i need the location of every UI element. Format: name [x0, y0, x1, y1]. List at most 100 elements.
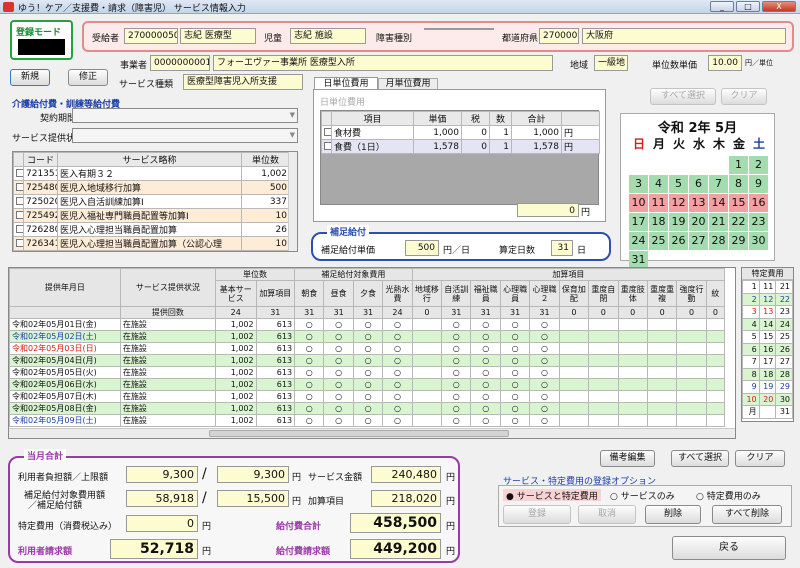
- calendar-day[interactable]: 18: [649, 213, 668, 231]
- service-row[interactable]: 725110 医児入重度重複障害児加算 111: [13, 250, 290, 251]
- edit-button[interactable]: 修正: [68, 69, 108, 86]
- mark-cell[interactable]: ○: [352, 390, 384, 403]
- mark-cell[interactable]: [646, 342, 678, 355]
- mark-cell[interactable]: [558, 342, 590, 355]
- delete-button[interactable]: 削除: [645, 505, 701, 524]
- mark-cell[interactable]: [617, 318, 648, 331]
- mark-cell[interactable]: [646, 354, 678, 367]
- mark-cell[interactable]: [646, 366, 678, 379]
- special-fee-day[interactable]: 4: [742, 317, 760, 331]
- mark-cell[interactable]: [705, 342, 726, 355]
- mark-cell[interactable]: ○: [441, 402, 472, 415]
- mark-cell[interactable]: [705, 366, 726, 379]
- service-row[interactable]: 726280 医児入心理担当職員配置加算 26: [13, 222, 290, 237]
- mark-cell[interactable]: [617, 366, 648, 379]
- special-fee-day[interactable]: 1: [742, 280, 760, 294]
- calendar-day[interactable]: 17: [629, 213, 648, 231]
- mark-cell[interactable]: ○: [470, 414, 501, 427]
- mark-cell[interactable]: [646, 390, 678, 403]
- calendar-day[interactable]: 5: [669, 175, 688, 193]
- mark-cell[interactable]: ○: [382, 342, 413, 355]
- mark-cell[interactable]: [705, 378, 726, 391]
- mark-cell[interactable]: [705, 318, 726, 331]
- mark-cell[interactable]: ○: [529, 342, 560, 355]
- mark-cell[interactable]: ○: [294, 378, 325, 391]
- mark-cell[interactable]: [617, 342, 648, 355]
- mark-cell[interactable]: ○: [323, 354, 354, 367]
- mark-cell[interactable]: ○: [499, 366, 531, 379]
- mark-cell[interactable]: ○: [529, 378, 560, 391]
- mark-cell[interactable]: ○: [441, 366, 472, 379]
- mark-cell[interactable]: [676, 378, 707, 391]
- mark-cell[interactable]: ○: [323, 414, 354, 427]
- mark-cell[interactable]: ○: [382, 330, 413, 343]
- mark-cell[interactable]: [646, 330, 678, 343]
- calendar-day[interactable]: 11: [649, 194, 668, 212]
- mark-cell[interactable]: [617, 354, 648, 367]
- calendar-day[interactable]: 21: [709, 213, 728, 231]
- mark-cell[interactable]: [617, 390, 648, 403]
- mark-cell[interactable]: ○: [352, 330, 384, 343]
- mark-cell[interactable]: ○: [499, 402, 531, 415]
- row-checkbox[interactable]: [16, 197, 23, 205]
- mark-cell[interactable]: ○: [323, 402, 354, 415]
- mark-cell[interactable]: [558, 354, 590, 367]
- special-fee-day[interactable]: 23: [775, 305, 793, 319]
- mark-cell[interactable]: [646, 402, 678, 415]
- mark-cell[interactable]: [705, 414, 726, 427]
- mark-cell[interactable]: ○: [323, 390, 354, 403]
- mark-cell[interactable]: ○: [499, 390, 531, 403]
- mark-cell[interactable]: [588, 366, 619, 379]
- calendar-day[interactable]: 4: [649, 175, 668, 193]
- contract-period-select[interactable]: ▼: [72, 108, 298, 123]
- mark-cell[interactable]: [411, 414, 443, 427]
- mark-cell[interactable]: ○: [529, 402, 560, 415]
- mark-cell[interactable]: ○: [441, 330, 472, 343]
- maximize-button[interactable]: □: [736, 1, 760, 12]
- special-fee-day[interactable]: 18: [758, 367, 777, 381]
- horizontal-scrollbar[interactable]: [9, 428, 735, 438]
- mark-cell[interactable]: ○: [382, 390, 413, 403]
- mark-cell[interactable]: ○: [294, 318, 325, 331]
- service-row[interactable]: 725480 医児入地域移行加算 500: [13, 180, 290, 195]
- mark-cell[interactable]: ○: [294, 330, 325, 343]
- mark-cell[interactable]: ○: [441, 342, 472, 355]
- calendar-day[interactable]: 25: [649, 232, 668, 250]
- mark-cell[interactable]: [676, 366, 707, 379]
- row-checkbox[interactable]: [16, 211, 23, 219]
- mark-cell[interactable]: [617, 330, 648, 343]
- mark-cell[interactable]: ○: [382, 366, 413, 379]
- option-service-only[interactable]: ○ サービスのみ: [610, 489, 675, 502]
- calendar-day[interactable]: 22: [729, 213, 748, 231]
- mark-cell[interactable]: ○: [470, 318, 501, 331]
- mark-cell[interactable]: [411, 342, 443, 355]
- mark-cell[interactable]: ○: [294, 354, 325, 367]
- mark-cell[interactable]: ○: [352, 318, 384, 331]
- calendar-day[interactable]: 20: [689, 213, 708, 231]
- calendar-day[interactable]: 15: [729, 194, 748, 212]
- mark-cell[interactable]: ○: [499, 354, 531, 367]
- special-fee-day[interactable]: 9: [742, 380, 760, 394]
- mark-cell[interactable]: ○: [529, 354, 560, 367]
- mark-cell[interactable]: ○: [352, 378, 384, 391]
- calendar-day[interactable]: 3: [629, 175, 648, 193]
- mark-cell[interactable]: [646, 414, 678, 427]
- minimize-button[interactable]: _: [710, 1, 734, 12]
- special-fee-day[interactable]: 10: [742, 392, 760, 406]
- date-row[interactable]: 令和02年05月09日(土) 在施設 1,002 613 ○ ○ ○ ○ ○ ○ ○ ○: [9, 414, 726, 427]
- mark-cell[interactable]: [676, 390, 707, 403]
- mark-cell[interactable]: ○: [529, 318, 560, 331]
- mark-cell[interactable]: ○: [499, 378, 531, 391]
- mark-cell[interactable]: ○: [499, 318, 531, 331]
- mark-cell[interactable]: [705, 402, 726, 415]
- back-button[interactable]: 戻る: [672, 536, 786, 560]
- mark-cell[interactable]: [705, 390, 726, 403]
- mark-cell[interactable]: [646, 318, 678, 331]
- special-fee-day[interactable]: 月: [742, 405, 760, 419]
- mark-cell[interactable]: ○: [382, 318, 413, 331]
- mark-cell[interactable]: [558, 402, 590, 415]
- special-fee-day[interactable]: 12: [758, 292, 777, 306]
- mark-cell[interactable]: ○: [529, 414, 560, 427]
- service-row[interactable]: 726341 医児入心理担当職員配置加算（公認心理 10: [13, 236, 290, 251]
- mark-cell[interactable]: [558, 366, 590, 379]
